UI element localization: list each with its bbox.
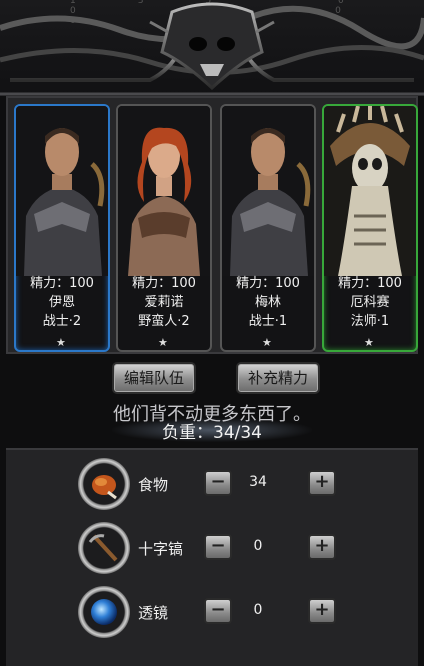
increase-button[interactable]: + xyxy=(308,598,336,624)
hero-card-ekosai[interactable]: 精力：100 厄科赛 法师·1 ★ xyxy=(322,104,418,352)
star-icon: ★ xyxy=(56,336,66,349)
hero-card-ian[interactable]: 精力：100 伊恩 战士·2 ★ xyxy=(14,104,110,352)
lens-icon xyxy=(78,586,130,638)
gothic-skull-crest-icon xyxy=(0,2,424,96)
hero-stamina: 精力：100 xyxy=(236,276,300,291)
replenish-stamina-button[interactable]: 补充精力 xyxy=(236,362,321,394)
star-icon: ★ xyxy=(364,336,374,349)
supply-name: 透镜 xyxy=(138,604,169,622)
supply-quantity: 0 xyxy=(253,538,263,554)
hero-class-level: 野蛮人·2 xyxy=(138,314,190,329)
supply-row-food: 食物 − 34 + xyxy=(6,454,418,514)
hero-name: 伊恩 xyxy=(48,295,75,310)
decrease-button[interactable]: − xyxy=(204,470,232,496)
hero-stamina: 精力：100 xyxy=(30,276,94,291)
hero-name: 梅林 xyxy=(254,295,281,310)
pickaxe-icon xyxy=(78,522,130,574)
hero-name: 爱莉诺 xyxy=(144,295,184,310)
barbarian-portrait-icon xyxy=(118,106,210,276)
hero-stamina: 精力：100 xyxy=(132,276,196,291)
warrior-portrait-icon xyxy=(16,106,108,276)
supply-row-pickaxe: 十字镐 − 0 + xyxy=(6,518,418,578)
decrease-button[interactable]: − xyxy=(204,598,232,624)
supply-row-lens: 透镜 − 0 + xyxy=(6,582,418,642)
hero-class-level: 战士·2 xyxy=(42,314,82,329)
decrease-button[interactable]: − xyxy=(204,534,232,560)
supply-name: 食物 xyxy=(138,476,169,494)
hero-class-level: 法师·1 xyxy=(350,314,390,329)
hero-card-eleanor[interactable]: 精力：100 爱莉诺 野蛮人·2 ★ xyxy=(116,104,212,352)
increase-button[interactable]: + xyxy=(308,534,336,560)
hero-card-merlin[interactable]: 精力：100 梅林 战士·1 ★ xyxy=(220,104,316,352)
skeleton-mage-portrait-icon xyxy=(324,106,416,276)
supply-name: 十字镐 xyxy=(138,540,184,558)
warrior-portrait-icon xyxy=(222,106,314,276)
hero-class-level: 战士·1 xyxy=(248,314,288,329)
action-buttons: 编辑队伍 补充精力 xyxy=(0,362,424,398)
food-icon xyxy=(78,458,130,510)
ornate-header: 135 0 0 0 0 0 xyxy=(0,0,424,96)
party-panel: 精力：100 伊恩 战士·2 ★ 精力：100 爱莉诺 野蛮人·2 ★ 精力：1… xyxy=(6,96,418,354)
increase-button[interactable]: + xyxy=(308,470,336,496)
supply-quantity: 34 xyxy=(249,474,267,490)
hero-stamina: 精力：100 xyxy=(338,276,402,291)
edit-team-button[interactable]: 编辑队伍 xyxy=(112,362,197,394)
supply-quantity: 0 xyxy=(253,602,263,618)
supplies-panel: 食物 − 34 + 十字镐 − 0 + 透镜 − 0 + xyxy=(6,448,418,666)
hero-name: 厄科赛 xyxy=(350,295,390,310)
star-icon: ★ xyxy=(262,336,272,349)
star-icon: ★ xyxy=(158,336,168,349)
capacity-message: 他们背不动更多东西了。 xyxy=(113,404,311,425)
